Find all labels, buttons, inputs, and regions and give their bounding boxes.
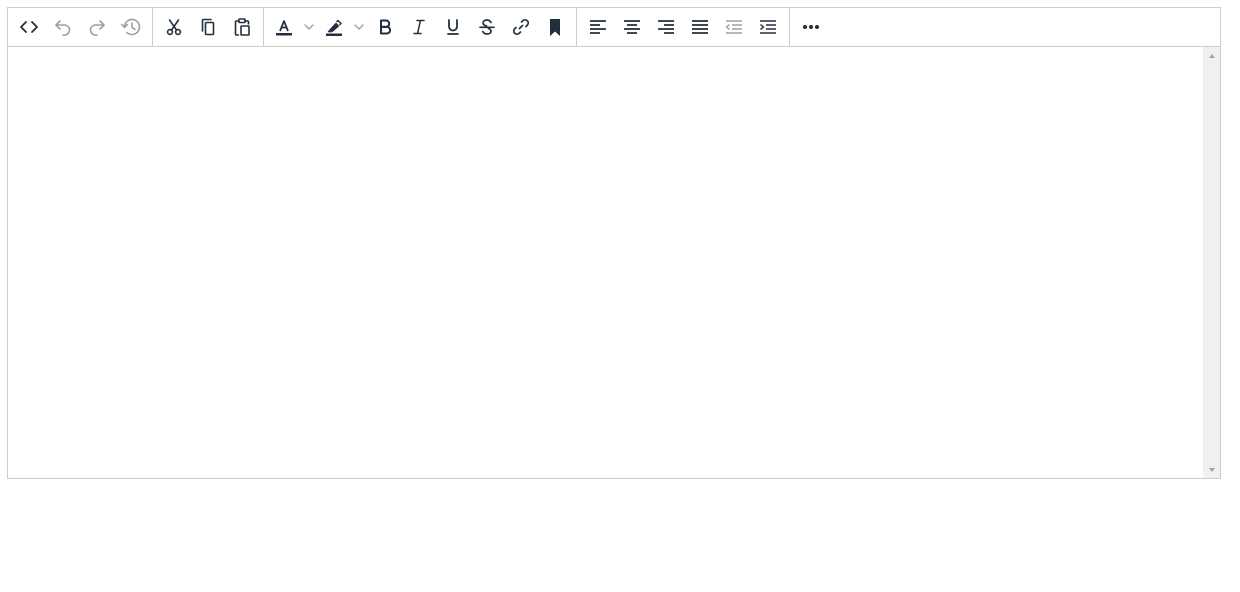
toolbar-group-history [8, 8, 153, 46]
bold-icon [380, 19, 392, 35]
editor-toolbar [8, 8, 1220, 47]
undo-icon [55, 20, 71, 36]
indent-icon [760, 20, 776, 34]
text-color-split-button[interactable] [268, 12, 318, 42]
scroll-down-button[interactable] [1203, 461, 1220, 478]
highlight-color-dropdown[interactable] [350, 12, 368, 42]
scroll-up-button[interactable] [1203, 47, 1220, 64]
italic-icon [413, 19, 425, 35]
chevron-down-icon [354, 24, 364, 30]
toolbar-group-clipboard [153, 8, 264, 46]
justify-button[interactable] [683, 12, 717, 42]
link-icon [512, 18, 530, 36]
italic-button[interactable] [402, 12, 436, 42]
align-left-button[interactable] [581, 12, 615, 42]
align-justify-icon [692, 20, 708, 34]
more-button[interactable] [794, 12, 828, 42]
copy-icon [201, 18, 215, 36]
editor-content-area[interactable] [8, 47, 1203, 478]
highlight-color-button[interactable] [318, 12, 350, 42]
toolbar-group-overflow [790, 8, 832, 46]
chevron-down-icon [304, 24, 314, 30]
rich-text-editor [7, 7, 1221, 479]
align-right-button[interactable] [649, 12, 683, 42]
text-color-dropdown[interactable] [300, 12, 318, 42]
source-code-button[interactable] [12, 12, 46, 42]
strikethrough-button[interactable] [470, 12, 504, 42]
vertical-scrollbar[interactable] [1203, 47, 1220, 478]
highlighter-icon [326, 19, 342, 36]
toolbar-group-formatting [264, 8, 577, 46]
clipboard-icon [234, 18, 250, 36]
redo-button[interactable] [80, 12, 114, 42]
text-color-icon [276, 20, 292, 36]
outdent-icon [725, 20, 742, 34]
underline-button[interactable] [436, 12, 470, 42]
redo-icon [89, 20, 105, 36]
bookmark-button[interactable] [538, 12, 572, 42]
text-color-button[interactable] [268, 12, 300, 42]
scroll-down-arrow-icon [1208, 467, 1215, 472]
more-horizontal-icon [803, 25, 819, 29]
underline-icon [447, 19, 459, 35]
paste-button[interactable] [225, 12, 259, 42]
link-button[interactable] [504, 12, 538, 42]
restore-draft-button[interactable] [114, 12, 148, 42]
source-code-icon [20, 21, 38, 33]
bold-button[interactable] [368, 12, 402, 42]
scroll-up-arrow-icon [1208, 53, 1215, 58]
align-left-icon [590, 20, 606, 34]
align-center-icon [624, 20, 640, 34]
copy-button[interactable] [191, 12, 225, 42]
toolbar-group-alignment [577, 8, 790, 46]
cut-button[interactable] [157, 12, 191, 42]
undo-button[interactable] [46, 12, 80, 42]
history-icon [121, 18, 141, 36]
strikethrough-icon [479, 19, 495, 35]
align-right-icon [658, 20, 674, 34]
highlight-color-split-button[interactable] [318, 12, 368, 42]
bookmark-icon [550, 19, 560, 36]
indent-button[interactable] [751, 12, 785, 42]
align-center-button[interactable] [615, 12, 649, 42]
outdent-button[interactable] [717, 12, 751, 42]
scissors-icon [166, 19, 182, 36]
